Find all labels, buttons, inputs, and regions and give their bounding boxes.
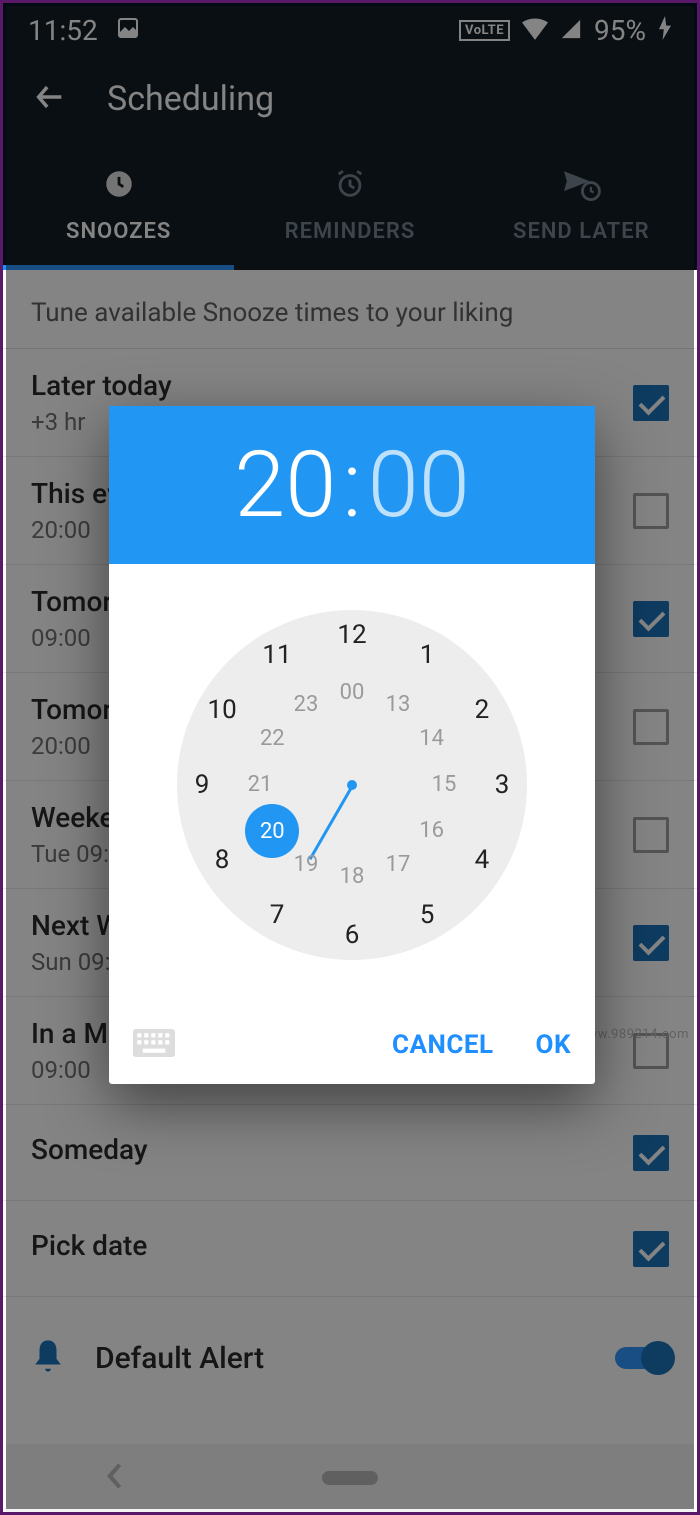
clock-hour-outer[interactable]: 7 xyxy=(261,899,293,931)
clock-hour-inner[interactable]: 16 xyxy=(416,815,448,847)
clock-hour-inner[interactable]: 13 xyxy=(382,689,414,721)
clock-container: 121234567891011001314151617181920212223 xyxy=(109,564,595,1006)
clock-hour-inner[interactable]: 23 xyxy=(290,689,322,721)
keyboard-icon[interactable] xyxy=(133,1028,175,1062)
cancel-button[interactable]: CANCEL xyxy=(392,1030,494,1060)
clock-face[interactable]: 121234567891011001314151617181920212223 xyxy=(177,610,527,960)
clock-hour-outer[interactable]: 9 xyxy=(186,769,218,801)
clock-hour-outer[interactable]: 1 xyxy=(411,639,443,671)
clock-hour-outer[interactable]: 2 xyxy=(466,694,498,726)
clock-hour-inner[interactable]: 19 xyxy=(290,849,322,881)
clock-center-dot xyxy=(347,780,357,790)
phone-frame: 11:52 VoLTE 95% Scheduling xyxy=(0,0,700,1515)
clock-hour-outer[interactable]: 10 xyxy=(206,694,238,726)
clock-hour-outer[interactable]: 4 xyxy=(466,844,498,876)
time-colon: : xyxy=(342,432,361,539)
clock-selected-hour[interactable]: 20 xyxy=(245,804,299,858)
clock-hour-outer[interactable]: 5 xyxy=(411,899,443,931)
clock-hour-inner[interactable]: 21 xyxy=(244,769,276,801)
clock-hour-outer[interactable]: 6 xyxy=(336,919,368,951)
dialog-buttons: CANCEL OK xyxy=(392,1030,571,1060)
clock-hour-inner[interactable]: 14 xyxy=(416,723,448,755)
ok-button[interactable]: OK xyxy=(536,1030,571,1060)
dialog-action-bar: CANCEL OK xyxy=(109,1006,595,1084)
selected-hour[interactable]: 20 xyxy=(234,432,336,539)
time-picker-header: 20 : 00 xyxy=(109,406,595,564)
clock-hour-inner[interactable]: 15 xyxy=(428,769,460,801)
clock-hour-outer[interactable]: 3 xyxy=(486,769,518,801)
clock-hour-inner[interactable]: 00 xyxy=(336,677,368,709)
clock-hour-outer[interactable]: 12 xyxy=(336,619,368,651)
clock-hour-outer[interactable]: 8 xyxy=(206,844,238,876)
selected-minute[interactable]: 00 xyxy=(368,432,470,539)
time-picker-dialog: 20 : 00 12123456789101100131415161718192… xyxy=(109,406,595,1084)
clock-hour-inner[interactable]: 22 xyxy=(256,723,288,755)
clock-hour-inner[interactable]: 18 xyxy=(336,861,368,893)
clock-hour-inner[interactable]: 17 xyxy=(382,849,414,881)
clock-hour-outer[interactable]: 11 xyxy=(261,639,293,671)
